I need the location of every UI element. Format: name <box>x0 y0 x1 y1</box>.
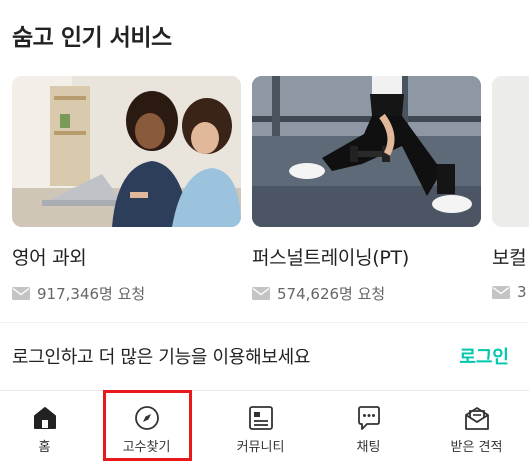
quote-icon <box>464 407 489 430</box>
tab-find-pros[interactable]: 고수찾기 <box>94 391 199 464</box>
home-icon <box>33 407 56 429</box>
tab-home[interactable]: 홈 <box>0 391 97 464</box>
request-count-text: 574,626명 요청 <box>277 285 386 303</box>
request-count: 3 <box>492 283 529 301</box>
partial-photo <box>492 76 529 227</box>
tab-chat[interactable]: 채팅 <box>316 391 421 464</box>
service-thumbnail <box>12 76 241 227</box>
envelope-icon <box>12 287 30 300</box>
request-count: 574,626명 요청 <box>252 283 481 304</box>
login-prompt-text: 로그인하고 더 많은 기능을 이용해보세요 <box>12 346 311 368</box>
chat-icon <box>357 406 380 430</box>
service-thumbnail <box>492 76 529 227</box>
section-title: 숨고 인기 서비스 <box>12 25 172 51</box>
service-card-english[interactable]: 영어 과외 917,346명 요청 <box>12 76 241 304</box>
fitness-photo <box>252 76 481 227</box>
request-count-text: 917,346명 요청 <box>37 285 146 303</box>
service-name: 퍼스널트레이닝(PT) <box>252 247 409 269</box>
popular-services-carousel[interactable]: 영어 과외 917,346명 요청 퍼스널트레이닝(PT) 574,626명 요… <box>0 76 529 316</box>
tutoring-photo <box>12 76 241 227</box>
tab-community[interactable]: 커뮤니티 <box>208 391 313 464</box>
envelope-icon <box>252 287 270 300</box>
tab-label: 고수찾기 <box>122 440 171 455</box>
service-name: 영어 과외 <box>12 247 87 269</box>
compass-icon <box>134 406 159 430</box>
tab-label: 홈 <box>38 440 51 455</box>
bottom-tab-bar: 홈 고수찾기 커뮤니티 채팅 받은 견적 <box>0 390 529 464</box>
service-card-vocal[interactable]: 보컬 3 <box>492 76 529 301</box>
app-screen: 숨고 인기 서비스 영어 과외 917,346명 요청 퍼스널트레이닝(PT) … <box>0 0 529 464</box>
login-link[interactable]: 로그인 <box>459 343 509 369</box>
community-icon <box>248 406 273 430</box>
tab-label: 커뮤니티 <box>236 440 285 455</box>
service-thumbnail <box>252 76 481 227</box>
tab-label: 받은 견적 <box>450 440 503 455</box>
service-card-pt[interactable]: 퍼스널트레이닝(PT) 574,626명 요청 <box>252 76 481 304</box>
tab-label: 채팅 <box>356 440 381 455</box>
request-count: 917,346명 요청 <box>12 283 241 304</box>
request-count-text: 3 <box>517 283 527 301</box>
envelope-icon <box>492 285 510 299</box>
service-name: 보컬 <box>492 247 527 269</box>
login-banner: 로그인하고 더 많은 기능을 이용해보세요 로그인 <box>0 322 529 388</box>
tab-received-quotes[interactable]: 받은 견적 <box>424 391 529 464</box>
